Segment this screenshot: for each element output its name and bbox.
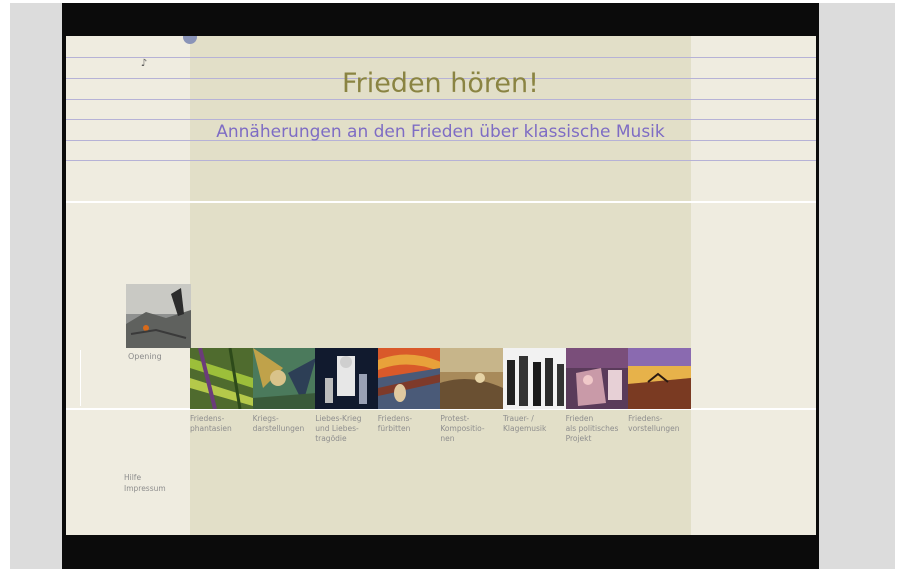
divider-line xyxy=(66,201,816,203)
staff-line xyxy=(66,160,816,161)
category-thumb-frieden-politisch[interactable] xyxy=(565,348,629,409)
category-label[interactable]: Friedens- fürbitten xyxy=(378,414,441,444)
category-label[interactable]: Frieden als politisches Projekt xyxy=(566,414,629,444)
category-thumb-friedensfuerbitten[interactable] xyxy=(377,348,441,409)
imprint-link[interactable]: Impressum xyxy=(124,483,166,494)
category-label[interactable]: Liebes-Krieg und Liebes- tragödie xyxy=(315,414,378,444)
category-label[interactable]: Trauer- / Klagemusik xyxy=(503,414,566,444)
category-label[interactable]: Protest- Kompositio- nen xyxy=(440,414,503,444)
page-subtitle: Annäherungen an den Frieden über klassis… xyxy=(216,122,665,142)
category-labels: Friedens- phantasien Kriegs- darstellung… xyxy=(190,414,691,444)
page-title: Frieden hören! xyxy=(342,68,539,99)
category-label[interactable]: Friedens- vorstellungen xyxy=(628,414,691,444)
staff-line xyxy=(66,99,816,100)
footer-links: Hilfe Impressum xyxy=(124,472,166,494)
vertical-separator xyxy=(80,350,81,406)
staff-line xyxy=(66,57,816,58)
category-thumb-friedensvorstellungen[interactable] xyxy=(628,348,691,409)
opening-label[interactable]: Opening xyxy=(128,352,162,361)
opening-thumbnail[interactable] xyxy=(126,284,191,348)
category-label[interactable]: Friedens- phantasien xyxy=(190,414,253,444)
category-thumb-trauer-klagemusik[interactable] xyxy=(502,348,566,409)
category-thumb-liebes-krieg[interactable] xyxy=(315,348,378,409)
staff-line xyxy=(66,119,816,120)
category-thumb-kriegsdarstellungen[interactable] xyxy=(252,348,316,409)
category-thumb-protestkompositionen[interactable] xyxy=(440,348,503,409)
category-strip xyxy=(190,348,691,409)
page-canvas: ♪ Frieden hören! Annäherungen an den Fri… xyxy=(66,36,816,535)
category-thumb-friedensphantasien[interactable] xyxy=(190,348,253,409)
category-label[interactable]: Kriegs- darstellungen xyxy=(253,414,316,444)
help-link[interactable]: Hilfe xyxy=(124,472,166,483)
center-column xyxy=(190,36,691,535)
treble-clef-icon: ♪ xyxy=(140,58,148,69)
